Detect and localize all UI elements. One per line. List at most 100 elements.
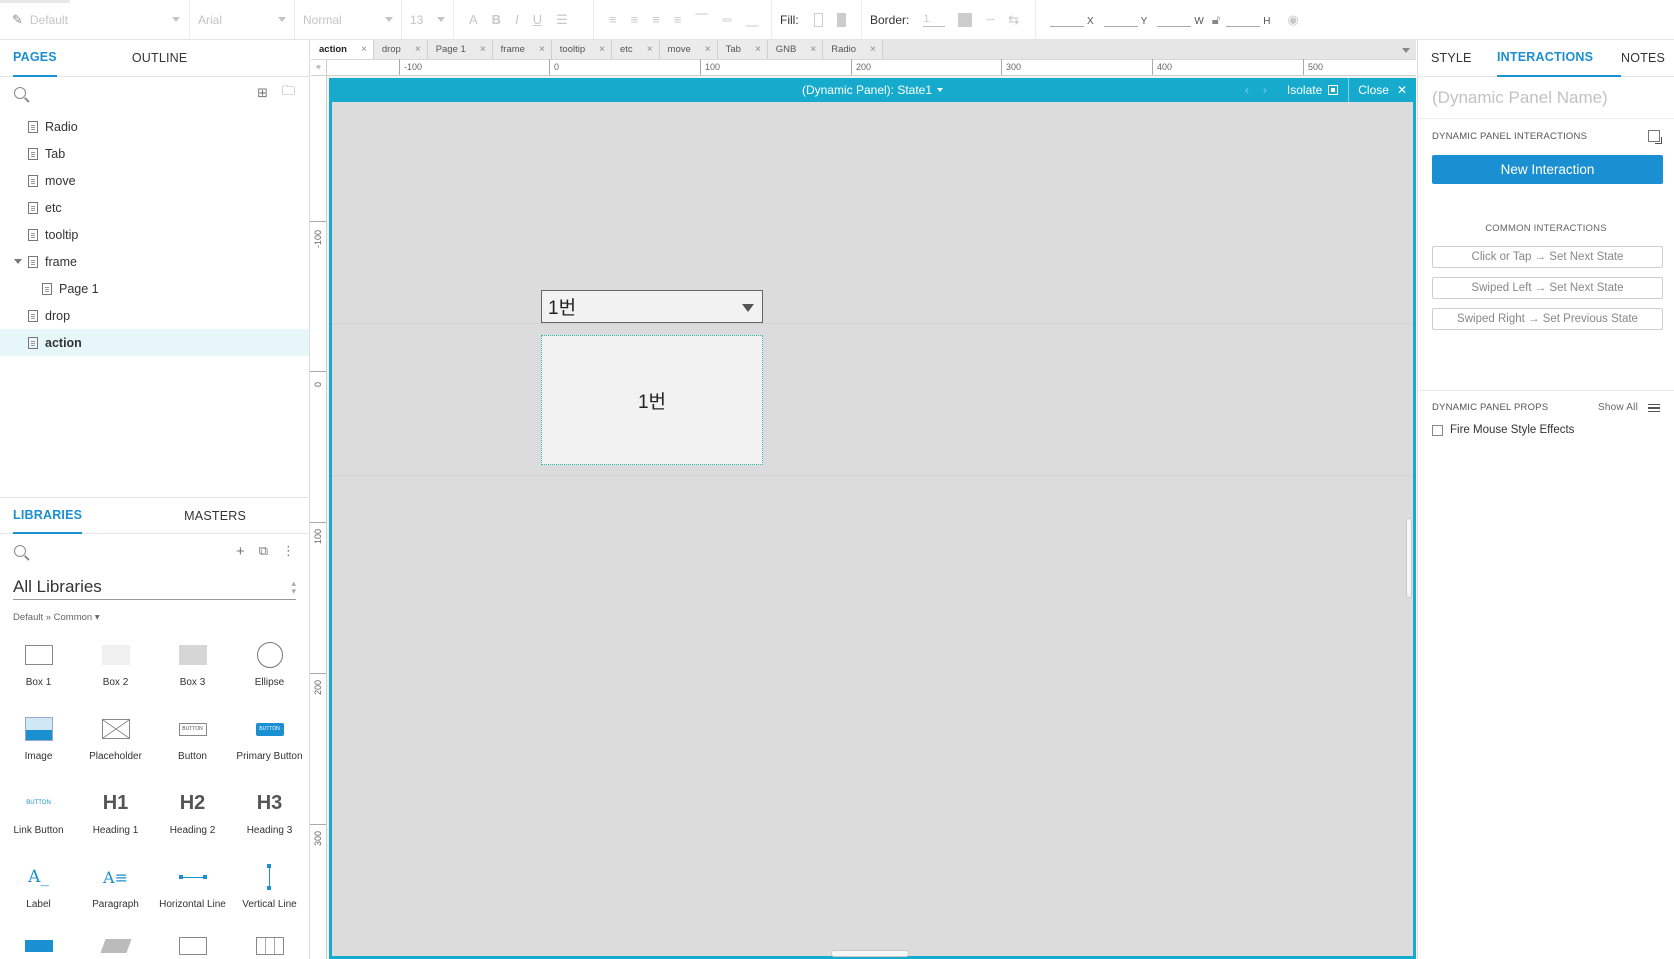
h-input[interactable] xyxy=(1226,13,1261,27)
w-input[interactable] xyxy=(1157,13,1192,27)
doc-tab-gnb[interactable]: GNB × xyxy=(767,40,824,59)
tab-style[interactable]: STYLE xyxy=(1431,40,1497,77)
dropdown-widget[interactable]: 1번 xyxy=(541,290,763,323)
close-icon[interactable]: × xyxy=(810,44,816,55)
doc-tab-tab[interactable]: Tab × xyxy=(717,40,768,59)
w-field[interactable]: W xyxy=(1157,13,1204,27)
border-width-field[interactable]: 1 xyxy=(923,13,946,27)
doc-tab-frame[interactable]: frame × xyxy=(492,40,552,59)
widget-box-3[interactable]: Box 3 xyxy=(154,635,231,709)
previous-state-icon[interactable]: ‹ xyxy=(1245,83,1249,97)
page-item-drop[interactable]: drop xyxy=(0,302,309,329)
close-panel-button[interactable]: Close ✕ xyxy=(1349,78,1413,102)
border-color-swatch[interactable] xyxy=(958,12,973,27)
border-style-icon[interactable]: ┄ xyxy=(986,12,994,28)
doc-tab-drop[interactable]: drop × xyxy=(373,40,428,59)
widget-hotspot[interactable] xyxy=(0,931,77,959)
close-icon[interactable]: × xyxy=(539,44,545,55)
widget-table[interactable] xyxy=(231,931,308,959)
tab-notes[interactable]: NOTES xyxy=(1621,40,1665,77)
align-top-icon[interactable]: ⎺ xyxy=(695,12,708,28)
shadow-swatch[interactable] xyxy=(836,12,846,27)
y-field[interactable]: Y xyxy=(1103,13,1147,27)
state-content-box[interactable]: 1번 xyxy=(541,335,763,465)
fire-mouse-style-checkbox[interactable] xyxy=(1432,424,1443,436)
align-left-icon[interactable]: ≡ xyxy=(609,12,617,27)
style-select[interactable]: Default xyxy=(30,8,180,32)
widget-button[interactable]: BUTTON Button xyxy=(154,709,231,783)
widget-primary-button[interactable]: BUTTON Primary Button xyxy=(231,709,308,783)
doc-tab-page-1[interactable]: Page 1 × xyxy=(427,40,493,59)
isolate-button[interactable]: Isolate xyxy=(1281,78,1350,102)
new-interaction-button[interactable]: New Interaction xyxy=(1432,155,1663,184)
page-item-tab[interactable]: Tab xyxy=(0,140,309,167)
page-item-move[interactable]: move xyxy=(0,167,309,194)
page-item-etc[interactable]: etc xyxy=(0,194,309,221)
align-right-icon[interactable]: ≡ xyxy=(652,12,660,27)
doc-tab-tooltip[interactable]: tooltip × xyxy=(551,40,612,59)
open-editor-icon[interactable] xyxy=(1648,130,1662,144)
widget-heading-2[interactable]: H2 Heading 2 xyxy=(154,783,231,857)
tab-libraries[interactable]: LIBRARIES xyxy=(13,497,83,534)
widget-label[interactable]: A_ Label xyxy=(0,857,77,931)
search-icon[interactable] xyxy=(14,545,26,557)
align-justify-icon[interactable]: ≡ xyxy=(674,12,682,27)
horizontal-scrollbar[interactable] xyxy=(831,950,909,957)
add-folder-icon[interactable]: 🗀︎ xyxy=(282,82,295,104)
tab-overflow-chevron-icon[interactable] xyxy=(1402,48,1410,53)
visibility-eye-icon[interactable]: ◉ xyxy=(1287,12,1298,28)
font-select[interactable]: Arial xyxy=(198,8,286,32)
widget-placeholder[interactable]: Placeholder xyxy=(77,709,154,783)
close-icon[interactable]: × xyxy=(705,44,711,55)
tab-outline[interactable]: OUTLINE xyxy=(132,40,188,77)
bold-icon[interactable]: B xyxy=(492,12,501,27)
arrow-style-icon[interactable]: ⇆ xyxy=(1008,12,1019,28)
dynamic-panel-canvas[interactable]: 1번 1번 xyxy=(332,102,1413,956)
widget-vertical-line[interactable]: Vertical Line xyxy=(231,857,308,931)
close-icon[interactable]: × xyxy=(599,44,605,55)
dynamic-panel-name-field[interactable]: (Dynamic Panel Name) xyxy=(1418,77,1674,119)
widget-dynamic-panel[interactable] xyxy=(77,931,154,959)
library-manage-icon[interactable]: ⧉ xyxy=(259,543,268,559)
page-item-frame[interactable]: frame xyxy=(0,248,309,275)
next-state-icon[interactable]: › xyxy=(1263,83,1267,97)
tab-pages[interactable]: PAGES xyxy=(13,40,57,77)
widget-inline-frame[interactable] xyxy=(154,931,231,959)
doc-tab-action[interactable]: action × xyxy=(311,40,374,59)
doc-tab-move[interactable]: move × xyxy=(659,40,718,59)
align-center-icon[interactable]: ≡ xyxy=(631,12,639,27)
page-item-tooltip[interactable]: tooltip xyxy=(0,221,309,248)
expand-arrow-icon[interactable] xyxy=(14,259,22,264)
page-item-radio[interactable]: Radio xyxy=(0,113,309,140)
align-bottom-icon[interactable]: ⎽ xyxy=(746,12,759,28)
lock-icon[interactable]: 🔓︎ xyxy=(1212,12,1220,28)
page-item-action[interactable]: action xyxy=(0,329,309,356)
library-breadcrumb[interactable]: Default » Common ▾ xyxy=(13,612,296,623)
tab-interactions[interactable]: INTERACTIONS xyxy=(1497,40,1621,77)
x-input[interactable] xyxy=(1050,13,1084,27)
widget-ellipse[interactable]: Ellipse xyxy=(231,635,308,709)
close-icon[interactable]: × xyxy=(480,44,486,55)
widget-heading-1[interactable]: H1 Heading 1 xyxy=(77,783,154,857)
ruler-corner-crosshair-icon[interactable]: ⌖ xyxy=(311,60,327,76)
close-icon[interactable]: × xyxy=(415,44,421,55)
doc-tab-etc[interactable]: etc × xyxy=(612,40,660,59)
widget-box-1[interactable]: Box 1 xyxy=(0,635,77,709)
common-swiped-right-button[interactable]: Swiped Right → Set Previous State xyxy=(1432,308,1663,330)
add-page-icon[interactable]: ⊞ xyxy=(257,85,268,101)
align-middle-icon[interactable]: ═ xyxy=(722,12,731,27)
show-all-link[interactable]: Show All xyxy=(1598,402,1638,413)
h-field[interactable]: H xyxy=(1226,13,1270,27)
widget-box-2[interactable]: Box 2 xyxy=(77,635,154,709)
widget-heading-3[interactable]: H3 Heading 3 xyxy=(231,783,308,857)
widget-paragraph[interactable]: A≡ Paragraph xyxy=(77,857,154,931)
common-swiped-left-button[interactable]: Swiped Left → Set Next State xyxy=(1432,277,1663,299)
close-icon[interactable]: × xyxy=(755,44,761,55)
search-icon[interactable] xyxy=(14,87,26,99)
bullet-list-icon[interactable]: ☰ xyxy=(556,12,568,28)
x-field[interactable]: X xyxy=(1050,13,1094,27)
add-library-icon[interactable]: + xyxy=(236,543,245,560)
common-click-tap-button[interactable]: Click or Tap → Set Next State xyxy=(1432,246,1663,268)
menu-icon[interactable] xyxy=(1648,403,1660,412)
more-options-icon[interactable]: ⋮ xyxy=(282,543,295,559)
